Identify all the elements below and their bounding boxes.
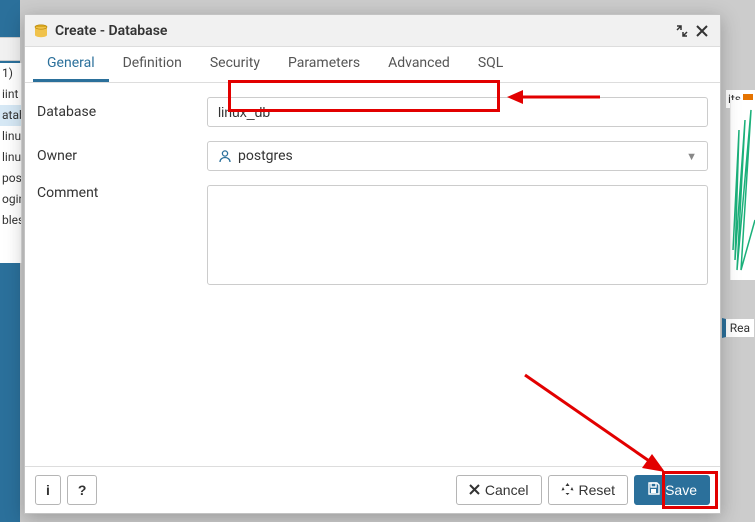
chevron-down-icon: ▼: [686, 150, 697, 163]
dialog-footer: i ? Cancel Reset Save: [25, 466, 720, 513]
cancel-button[interactable]: Cancel: [456, 475, 542, 505]
chart-fragment: [730, 100, 755, 280]
maximize-icon[interactable]: [672, 21, 692, 41]
tab-security[interactable]: Security: [196, 47, 274, 82]
owner-value: postgres: [238, 148, 293, 164]
recycle-icon: [561, 482, 574, 498]
dialog-titlebar: Create - Database: [25, 15, 720, 47]
close-icon[interactable]: [692, 21, 712, 41]
tab-parameters[interactable]: Parameters: [274, 47, 374, 82]
save-icon: [647, 482, 660, 498]
badge-fragment: Rea: [722, 318, 755, 338]
comment-label: Comment: [37, 185, 207, 201]
user-icon: [218, 149, 232, 163]
dialog-tabs: General Definition Security Parameters A…: [25, 47, 720, 83]
reset-button[interactable]: Reset: [548, 475, 629, 505]
tab-general[interactable]: General: [33, 47, 109, 82]
tab-sql[interactable]: SQL: [464, 47, 517, 82]
help-button[interactable]: ?: [67, 475, 98, 505]
owner-label: Owner: [37, 148, 207, 164]
dialog-form: Database Owner postgres ▼ Co: [25, 83, 720, 466]
create-database-dialog: Create - Database General Definition Sec…: [24, 14, 721, 514]
tab-advanced[interactable]: Advanced: [374, 47, 464, 82]
owner-select[interactable]: postgres ▼: [207, 141, 708, 171]
info-button[interactable]: i: [35, 475, 61, 505]
save-button[interactable]: Save: [634, 475, 710, 505]
database-icon: [33, 23, 49, 39]
database-input[interactable]: [207, 97, 708, 127]
database-label: Database: [37, 104, 207, 120]
dialog-title: Create - Database: [55, 23, 167, 39]
sidebar-fragment: 1) iint ataba linu linu pos ogin/ bles: [0, 63, 22, 263]
tab-definition[interactable]: Definition: [109, 47, 196, 82]
close-icon: [469, 482, 480, 498]
comment-textarea[interactable]: [207, 185, 708, 285]
